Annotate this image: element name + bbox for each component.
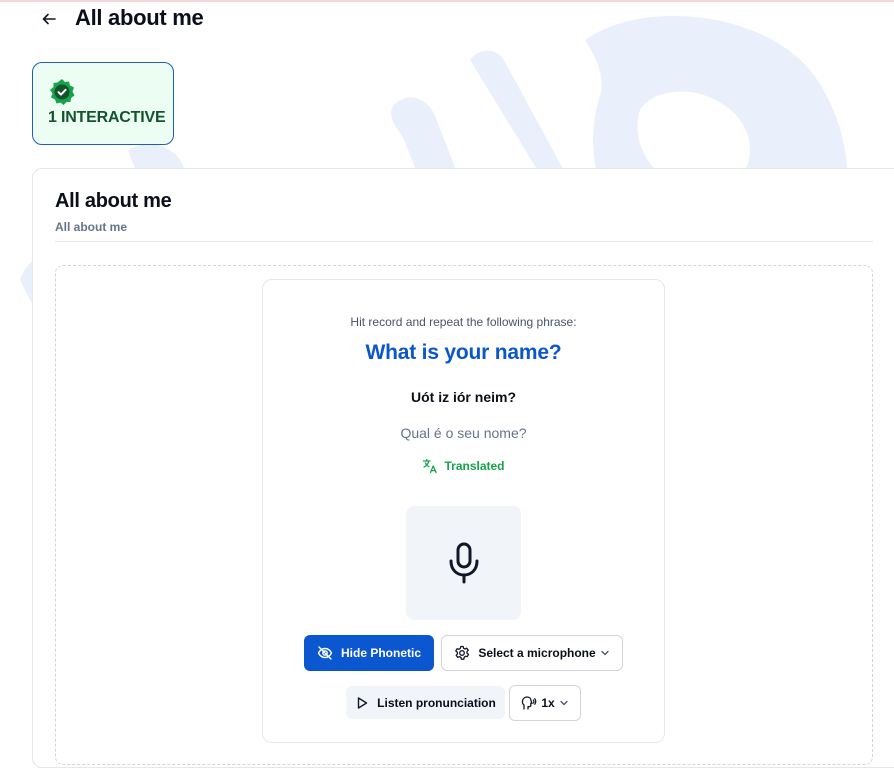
microphone-select[interactable]: Select a microphone xyxy=(441,635,623,671)
pronunciation-exercise-card: Hit record and repeat the following phra… xyxy=(262,279,665,743)
record-button[interactable] xyxy=(406,506,521,620)
target-phrase: What is your name? xyxy=(365,341,562,364)
hide-phonetic-label: Hide Phonetic xyxy=(340,646,421,660)
hide-phonetic-button[interactable]: Hide Phonetic xyxy=(304,635,434,671)
gear-icon xyxy=(455,645,470,660)
play-icon xyxy=(357,696,368,709)
translated-indicator: Translated xyxy=(263,458,664,474)
card-divider xyxy=(55,241,873,242)
instruction-text: Hit record and repeat the following phra… xyxy=(350,315,577,329)
speaker-head-icon xyxy=(522,696,537,710)
chevron-down-icon xyxy=(560,700,568,706)
microphone-icon xyxy=(449,542,478,584)
card-subtitle: All about me xyxy=(55,220,128,234)
interactive-count-label: 1 INTERACTIVE xyxy=(48,109,166,126)
select-microphone-label: Select a microphone xyxy=(478,646,596,660)
eye-off-icon xyxy=(317,646,333,660)
playback-speed-label: 1x xyxy=(541,696,555,710)
translation-text: Qual é o seu nome? xyxy=(400,425,527,441)
verified-check-badge-icon xyxy=(50,79,75,105)
page-header: All about me xyxy=(0,0,894,40)
back-button[interactable] xyxy=(38,8,60,30)
translated-label: Translated xyxy=(444,459,505,473)
translate-icon xyxy=(423,458,438,474)
arrow-left-icon xyxy=(42,13,56,25)
page-title: All about me xyxy=(75,5,204,30)
phonetic-text: Uót iz iór neim? xyxy=(411,389,516,405)
listen-pronunciation-button[interactable]: Listen pronunciation xyxy=(346,686,505,719)
listen-pronunciation-label: Listen pronunciation xyxy=(377,695,496,710)
playback-speed-select[interactable]: 1x xyxy=(509,685,581,721)
chevron-down-icon xyxy=(601,650,609,656)
interactive-count-badge[interactable]: 1 INTERACTIVE xyxy=(32,62,174,145)
card-title: All about me xyxy=(55,190,172,212)
